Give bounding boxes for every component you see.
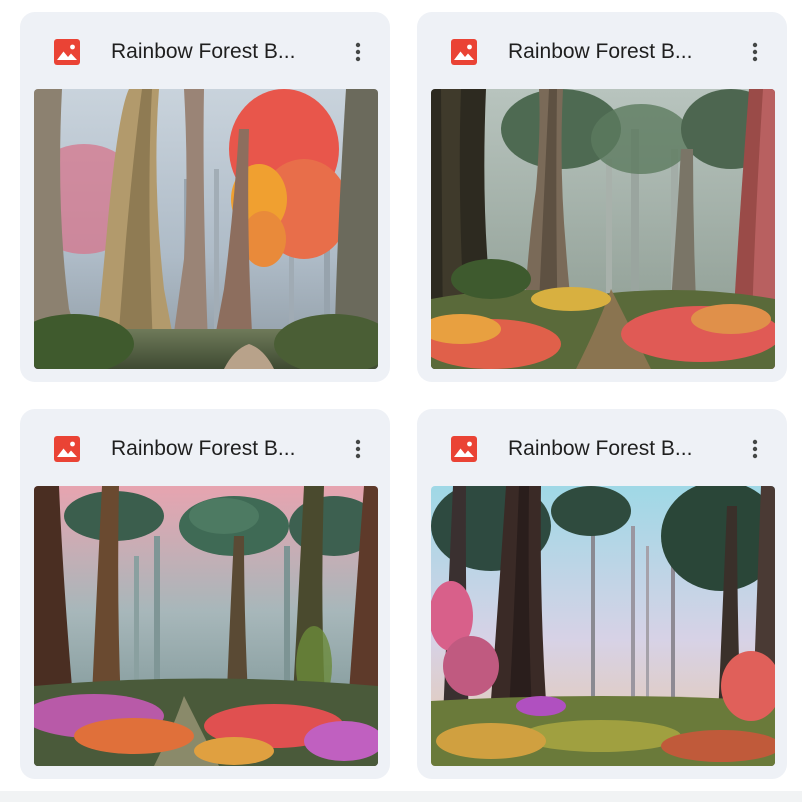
- file-thumbnail[interactable]: [34, 89, 378, 369]
- file-name: Rainbow Forest B...: [508, 40, 693, 63]
- more-vert-icon: [355, 439, 361, 459]
- image-icon: [54, 39, 80, 65]
- bottom-strip: [0, 791, 802, 802]
- file-name: Rainbow Forest B...: [111, 40, 296, 63]
- more-options-button[interactable]: [737, 431, 773, 467]
- file-name: Rainbow Forest B...: [508, 437, 693, 460]
- forest-image: [34, 89, 378, 369]
- more-options-button[interactable]: [737, 34, 773, 70]
- file-name: Rainbow Forest B...: [111, 437, 296, 460]
- file-card[interactable]: Rainbow Forest B...: [20, 12, 390, 382]
- more-vert-icon: [752, 439, 758, 459]
- more-vert-icon: [752, 42, 758, 62]
- more-vert-icon: [355, 42, 361, 62]
- file-card-header: Rainbow Forest B...: [20, 12, 390, 88]
- file-card-header: Rainbow Forest B...: [20, 409, 390, 485]
- more-options-button[interactable]: [340, 34, 376, 70]
- file-thumbnail[interactable]: [431, 89, 775, 369]
- file-card[interactable]: Rainbow Forest B...: [417, 409, 787, 779]
- file-card-header: Rainbow Forest B...: [417, 12, 787, 88]
- file-thumbnail[interactable]: [34, 486, 378, 766]
- image-icon: [54, 436, 80, 462]
- forest-image: [431, 486, 775, 766]
- forest-image: [431, 89, 775, 369]
- file-card-header: Rainbow Forest B...: [417, 409, 787, 485]
- forest-image: [34, 486, 378, 766]
- image-icon: [451, 436, 477, 462]
- file-thumbnail[interactable]: [431, 486, 775, 766]
- image-icon: [451, 39, 477, 65]
- file-card[interactable]: Rainbow Forest B...: [417, 12, 787, 382]
- file-card[interactable]: Rainbow Forest B...: [20, 409, 390, 779]
- more-options-button[interactable]: [340, 431, 376, 467]
